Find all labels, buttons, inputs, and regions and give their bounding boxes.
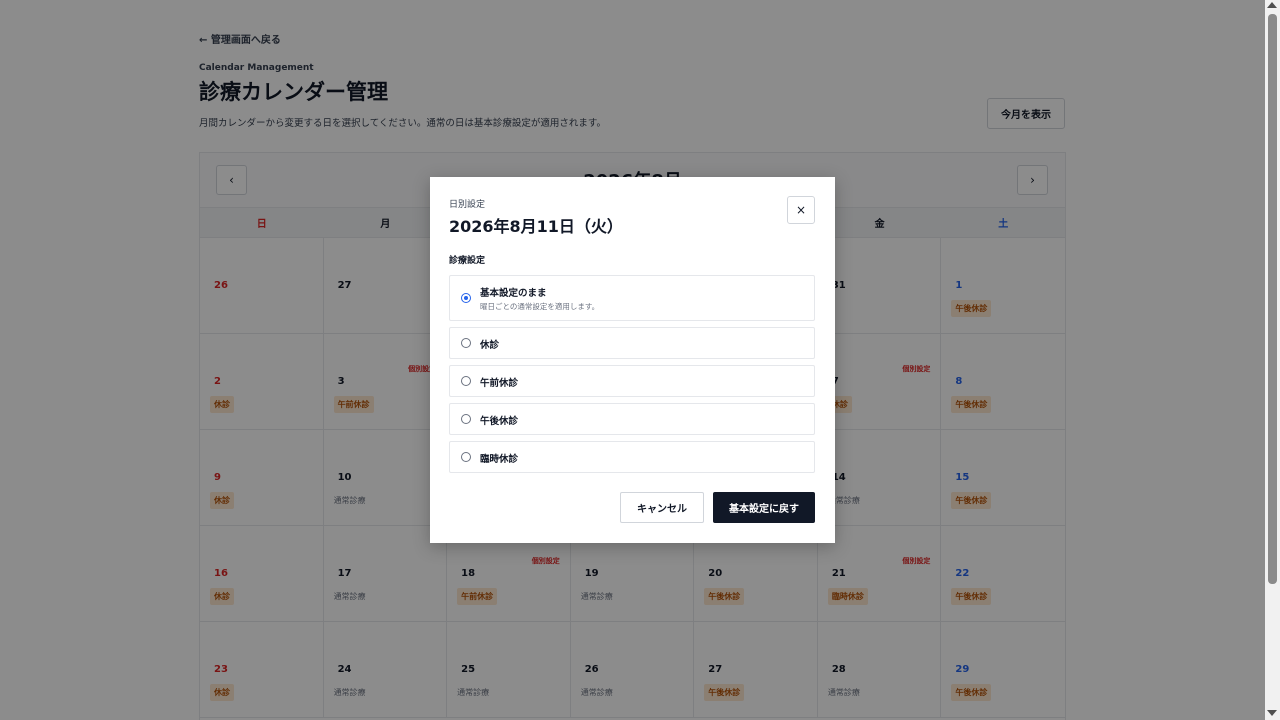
scroll-down-icon[interactable] — [1267, 710, 1277, 716]
option-afternoon-closed[interactable]: 午後休診 — [449, 403, 815, 435]
dialog-eyebrow: 日別設定 — [449, 200, 486, 210]
option-label: 基本設定のまま — [480, 288, 547, 299]
radio-default[interactable] — [461, 293, 471, 303]
option-label: 臨時休診 — [480, 454, 519, 465]
scroll-up-icon[interactable] — [1267, 2, 1277, 8]
cancel-button[interactable]: キャンセル — [620, 492, 704, 523]
scrollbar[interactable] — [1265, 0, 1280, 720]
option-description: 曜日ごとの通常設定を適用します。 — [480, 302, 600, 311]
radio-morning-closed[interactable] — [461, 376, 471, 386]
radio-temporary-closed[interactable] — [461, 452, 471, 462]
reset-to-default-button[interactable]: 基本設定に戻す — [713, 492, 815, 523]
section-label: 診療設定 — [449, 256, 486, 266]
option-label: 午前休診 — [480, 378, 519, 389]
option-default[interactable]: 基本設定のまま 曜日ごとの通常設定を適用します。 — [449, 275, 815, 321]
option-closed[interactable]: 休診 — [449, 327, 815, 359]
day-settings-dialog: 日別設定 2026年8月11日（火） × 診療設定 基本設定のまま 曜日ごとの通… — [430, 177, 835, 543]
radio-closed[interactable] — [461, 338, 471, 348]
close-icon[interactable]: × — [787, 196, 815, 224]
option-label: 休診 — [480, 340, 500, 351]
option-morning-closed[interactable]: 午前休診 — [449, 365, 815, 397]
radio-afternoon-closed[interactable] — [461, 414, 471, 424]
page: ← 管理画面へ戻る Calendar Management 診療カレンダー管理 … — [0, 0, 1265, 720]
option-temporary-closed[interactable]: 臨時休診 — [449, 441, 815, 473]
dialog-title: 2026年8月11日（火） — [449, 217, 623, 236]
scrollbar-thumb[interactable] — [1268, 14, 1277, 584]
option-label: 午後休診 — [480, 416, 519, 427]
